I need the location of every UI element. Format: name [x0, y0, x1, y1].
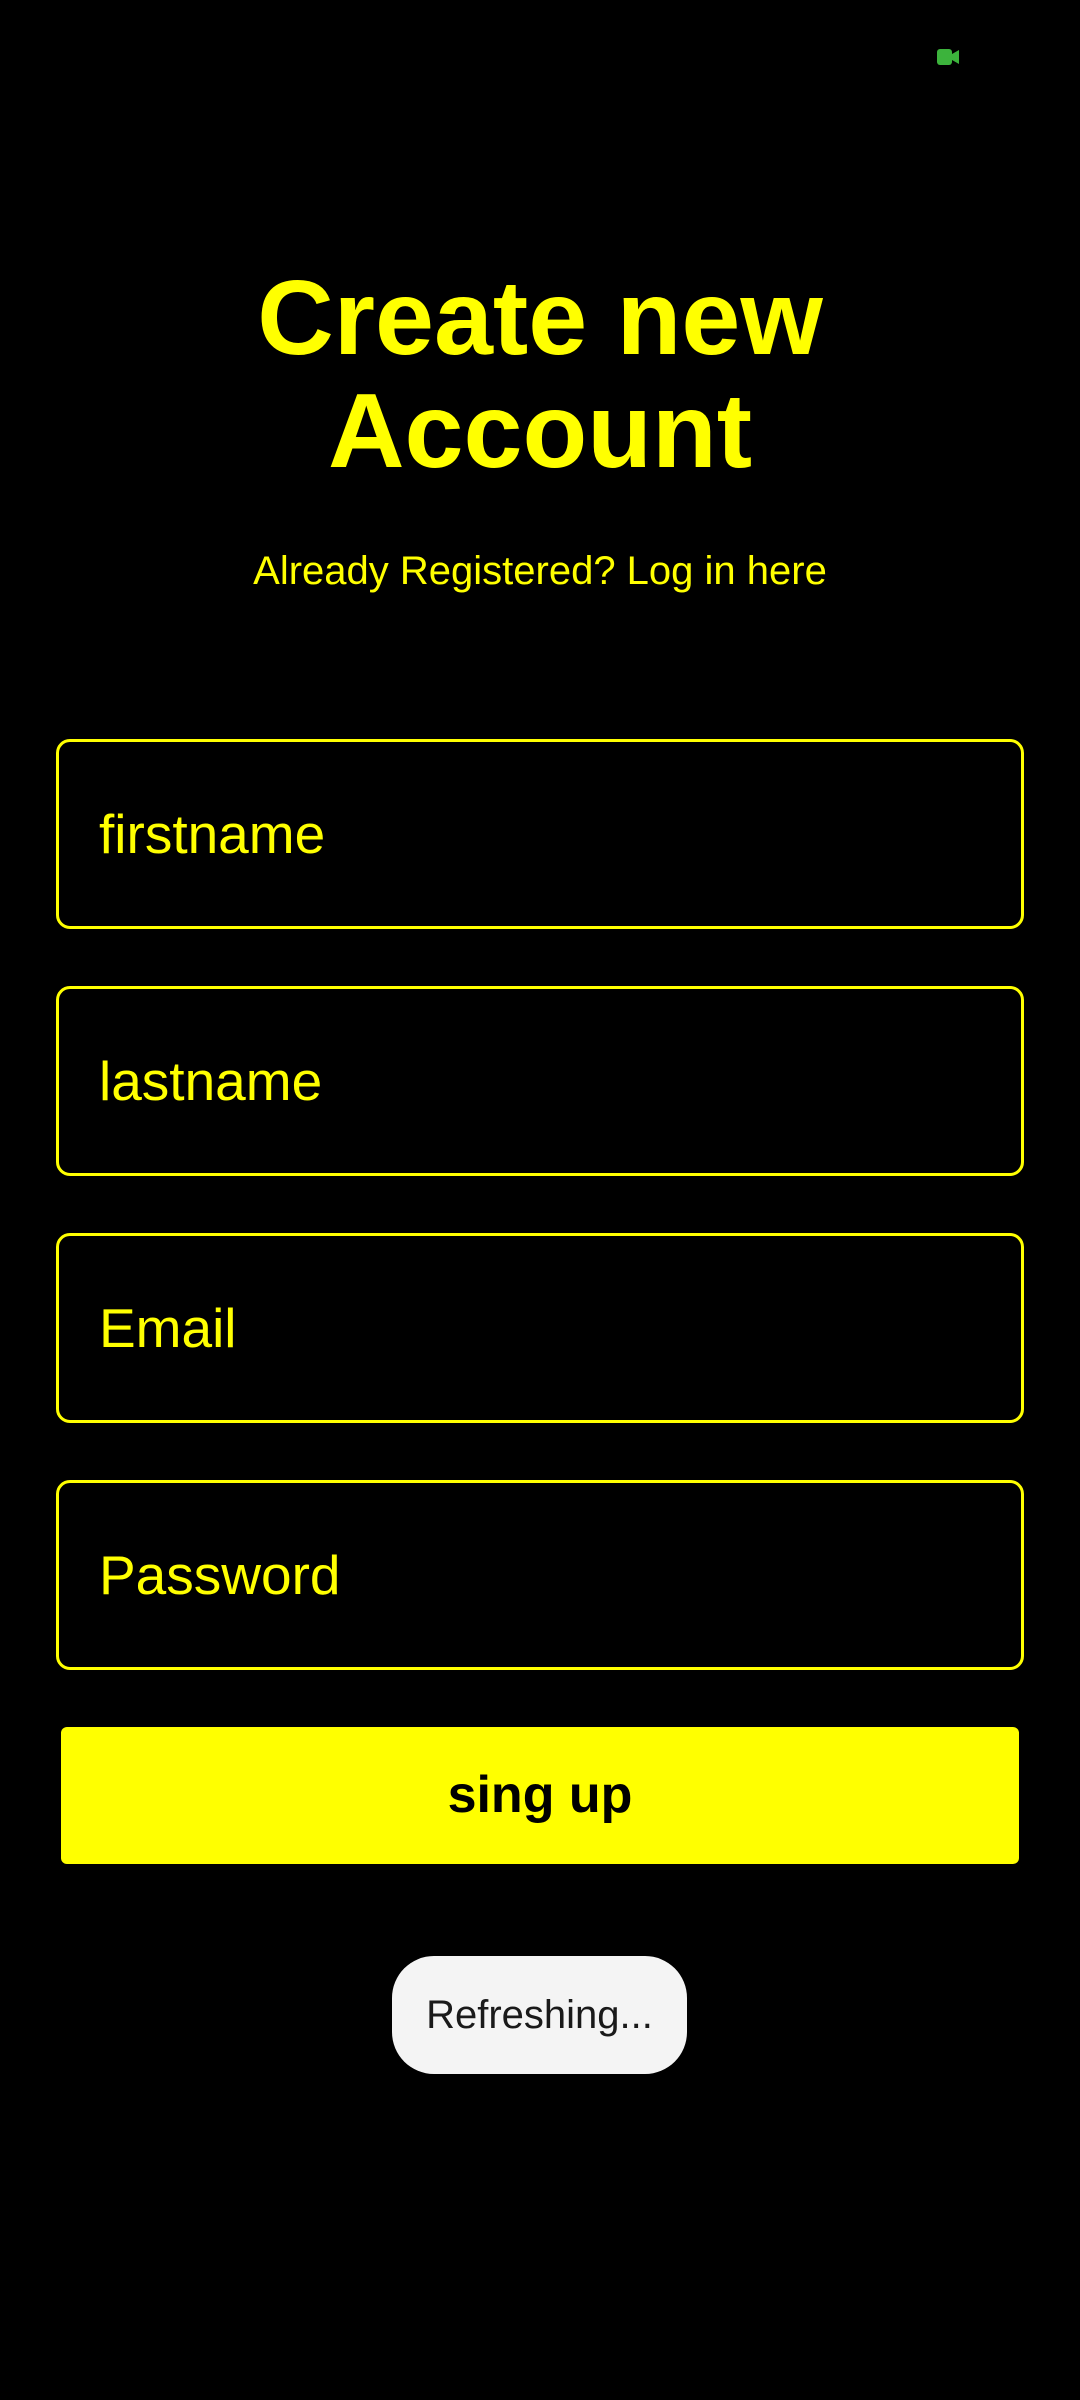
firstname-field[interactable]	[56, 739, 1024, 929]
lastname-field[interactable]	[56, 986, 1024, 1176]
refreshing-toast: Refreshing...	[392, 1956, 687, 2074]
password-field[interactable]	[56, 1480, 1024, 1670]
page-title: Create new Account	[0, 262, 1080, 488]
camera-recording-icon	[937, 48, 959, 66]
email-field[interactable]	[56, 1233, 1024, 1423]
login-link[interactable]: Already Registered? Log in here	[0, 545, 1080, 597]
signup-button[interactable]: sing up	[61, 1727, 1019, 1864]
title-line-2: Account	[328, 372, 752, 490]
title-line-1: Create new	[257, 259, 823, 377]
